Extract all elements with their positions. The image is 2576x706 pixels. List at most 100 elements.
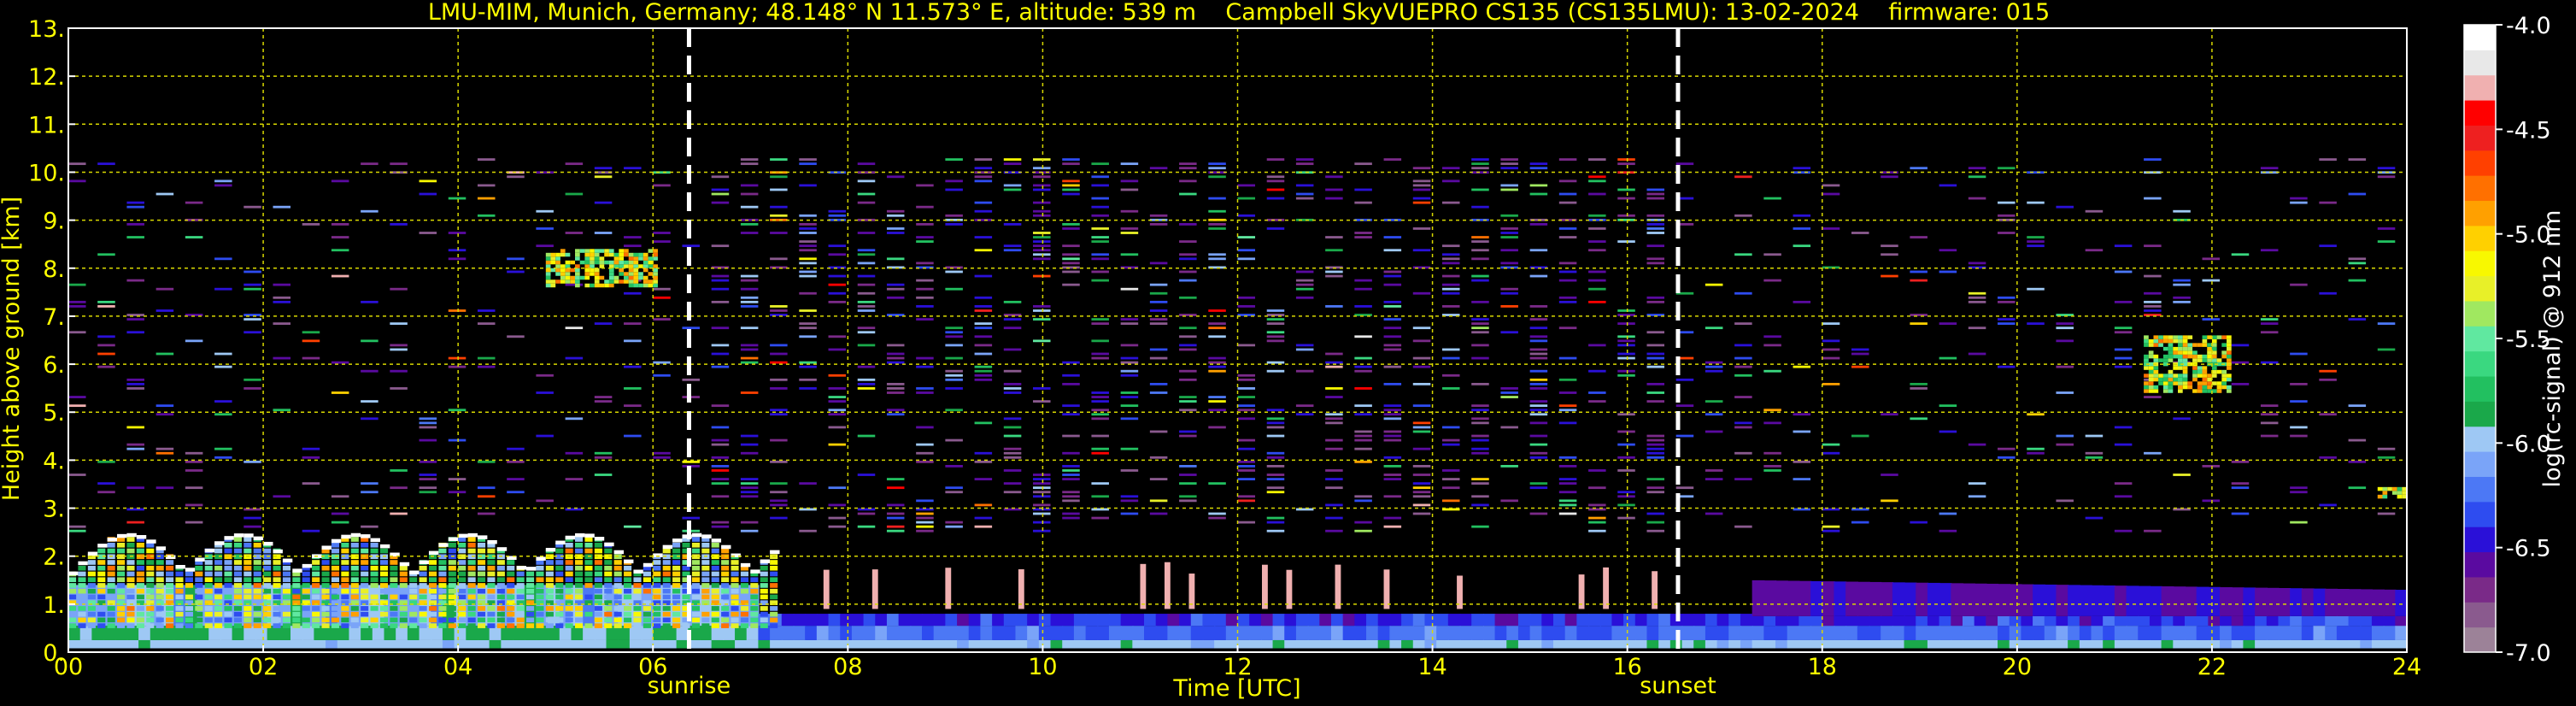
cloud-patch-cell — [2202, 377, 2208, 382]
noise-speck — [2173, 300, 2191, 303]
noise-speck — [2114, 495, 2133, 498]
noise-speck — [2377, 348, 2396, 351]
cloud-patch-cell — [2153, 369, 2159, 374]
boundary-layer-cell — [1202, 614, 1216, 627]
surface-layer-cell — [758, 639, 772, 649]
cloud-patch-cell — [545, 283, 551, 288]
noise-speck — [1705, 400, 1723, 403]
noise-speck — [1588, 369, 1606, 373]
cloud-top-cell — [204, 548, 215, 553]
cloud-cell — [711, 606, 719, 611]
surface-layer-cell — [1599, 639, 1613, 649]
cloud-cell — [370, 560, 378, 565]
noise-speck — [1734, 344, 1752, 347]
noise-speck — [1617, 339, 1635, 343]
noise-speck — [886, 525, 905, 528]
surface-layer-cell — [431, 639, 444, 649]
cloud-patch-cell — [2158, 377, 2163, 382]
noise-speck — [1091, 356, 1109, 360]
noise-speck — [185, 503, 203, 507]
cloud-cell — [253, 606, 261, 611]
cloud-cell — [643, 577, 651, 583]
surface-layer-cell — [1354, 639, 1368, 649]
noise-speck — [945, 409, 963, 412]
noise-speck — [390, 222, 408, 226]
noise-speck — [1763, 279, 1781, 282]
surface-layer-cell — [618, 639, 631, 649]
cloud-cell — [575, 594, 584, 600]
noise-speck — [1383, 413, 1402, 416]
noise-speck — [214, 413, 232, 416]
cloud-patch-cell — [2192, 354, 2198, 359]
colorbar-segment — [2464, 225, 2496, 251]
cloud-top-cell — [292, 568, 302, 573]
cloud-cell — [624, 588, 632, 594]
noise-speck — [2319, 244, 2337, 248]
residual-layer-cell — [2231, 587, 2244, 616]
noise-speck — [1558, 499, 1577, 503]
noise-speck — [1179, 257, 1197, 261]
cloud-patch-cell — [594, 272, 600, 276]
cloud-patch-cell — [604, 260, 609, 265]
cloud-cell — [185, 571, 193, 577]
cloud-cell — [282, 611, 291, 617]
cloud-patch-cell — [575, 275, 580, 280]
cloud-cell — [419, 577, 427, 583]
x-tick-label: 08 — [833, 654, 862, 680]
cloud-cell — [653, 623, 661, 628]
cloud-cell — [760, 611, 768, 617]
noise-speck — [1441, 443, 1460, 446]
cloud-cell — [136, 606, 144, 611]
boundary-layer-cell — [2325, 615, 2338, 627]
cloud-cell — [662, 565, 671, 571]
noise-speck — [1003, 188, 1022, 191]
cloud-cell — [691, 571, 700, 577]
noise-speck — [1179, 314, 1197, 316]
noise-speck — [1588, 179, 1606, 183]
cloud-cell — [233, 623, 242, 628]
noise-speck — [1033, 184, 1051, 187]
noise-speck — [244, 283, 261, 286]
cloud-cell — [136, 565, 144, 571]
noise-speck — [1529, 162, 1548, 166]
noise-speck — [886, 512, 905, 515]
cloud-cell — [233, 571, 242, 577]
noise-speck — [1617, 456, 1635, 459]
noise-speck — [1910, 417, 1928, 421]
residual-layer-cell — [2068, 585, 2080, 616]
cloud-cell — [448, 606, 456, 611]
residual-layer-cell — [2383, 589, 2397, 616]
cloud-cell — [438, 617, 447, 623]
cloud-cell — [361, 542, 369, 548]
y-tick-label: 7. — [43, 304, 65, 331]
cloud-cell — [214, 611, 223, 617]
cloud-cell — [370, 617, 378, 623]
noise-speck — [770, 205, 788, 209]
cloud-top-cell — [760, 559, 771, 564]
cloud-cell — [438, 571, 447, 577]
noise-speck — [1500, 287, 1518, 291]
boundary-layer-cell — [1646, 626, 1660, 640]
noise-speck — [1033, 478, 1051, 480]
noise-speck — [126, 378, 144, 381]
boundary-layer-cell — [1693, 626, 1707, 640]
noise-speck — [1793, 167, 1811, 170]
cloud-cell — [370, 583, 378, 588]
residual-layer-cell — [2348, 589, 2362, 616]
noise-speck — [2290, 426, 2308, 429]
cloud-cell — [273, 565, 281, 571]
noise-speck — [1120, 162, 1139, 166]
cloud-patch-cell — [2207, 350, 2212, 355]
noise-speck — [1851, 434, 1869, 438]
noise-speck — [1003, 222, 1022, 226]
noise-speck — [1091, 413, 1109, 416]
noise-speck — [331, 512, 349, 515]
cloud-cell — [273, 571, 281, 577]
cloud-cell — [166, 583, 174, 588]
noise-speck — [974, 335, 993, 338]
cloud-cell — [214, 571, 223, 577]
noise-speck — [1149, 222, 1168, 226]
surface-layer-cell — [138, 639, 151, 649]
cloud-cell — [740, 623, 749, 628]
cloud-cell — [545, 594, 554, 600]
